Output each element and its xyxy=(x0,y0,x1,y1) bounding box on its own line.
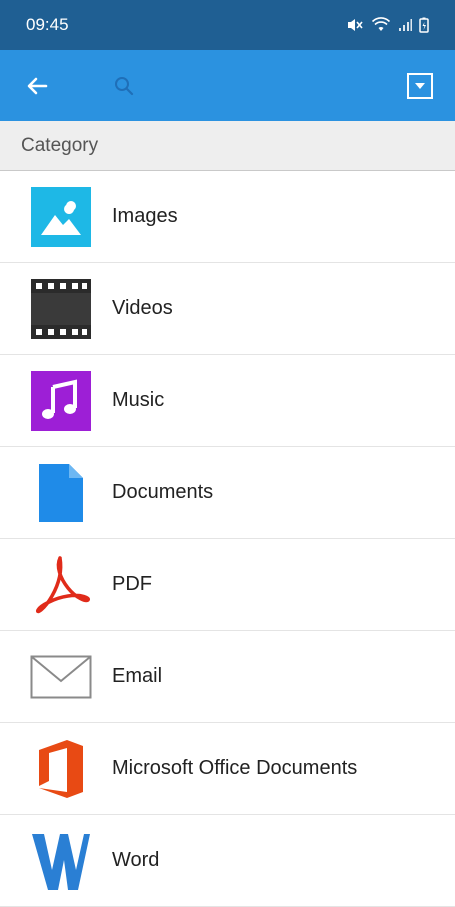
list-item-word[interactable]: Word xyxy=(0,815,455,907)
music-note-icon xyxy=(30,370,92,432)
search-icon xyxy=(115,76,134,95)
list-item-label: Music xyxy=(112,389,165,411)
pdf-icon xyxy=(30,554,92,616)
list-item-label: Documents xyxy=(112,481,214,503)
list-item-label: Videos xyxy=(112,297,173,319)
list-item-label: Images xyxy=(112,205,178,227)
search-input[interactable] xyxy=(142,74,376,97)
mute-icon xyxy=(346,17,364,33)
list-item-email[interactable]: Email xyxy=(0,631,455,723)
list-item-music[interactable]: Music xyxy=(0,355,455,447)
list-item-images[interactable]: Images xyxy=(0,171,455,263)
office-icon xyxy=(30,738,92,800)
app-bar xyxy=(0,50,455,121)
list-item-videos[interactable]: Videos xyxy=(0,263,455,355)
dropdown-button[interactable] xyxy=(407,72,433,99)
list-item-office[interactable]: Microsoft Office Documents xyxy=(0,723,455,815)
dropdown-icon xyxy=(415,82,425,89)
film-icon xyxy=(30,278,92,340)
status-time: 09:45 xyxy=(26,15,69,34)
list-item-label: Microsoft Office Documents xyxy=(112,757,358,779)
list-item-label: Email xyxy=(112,665,163,687)
status-icons xyxy=(346,17,429,33)
list-item-documents[interactable]: Documents xyxy=(0,447,455,539)
arrow-left-icon xyxy=(27,77,48,94)
category-list: Images Videos Music Documents PDF Email xyxy=(0,171,455,907)
status-bar: 09:45 xyxy=(0,0,455,50)
image-icon xyxy=(30,186,92,248)
envelope-icon xyxy=(30,646,92,708)
battery-icon xyxy=(419,17,429,33)
section-title: Category xyxy=(21,134,99,156)
list-item-pdf[interactable]: PDF xyxy=(0,539,455,631)
word-icon xyxy=(30,830,92,892)
document-icon xyxy=(30,462,92,524)
back-button[interactable] xyxy=(22,71,52,101)
signal-icon xyxy=(398,18,412,32)
search-bar[interactable] xyxy=(114,74,407,97)
section-header: Category xyxy=(0,121,455,171)
wifi-icon xyxy=(371,17,391,33)
list-item-label: Word xyxy=(112,849,160,871)
list-item-label: PDF xyxy=(112,573,152,595)
